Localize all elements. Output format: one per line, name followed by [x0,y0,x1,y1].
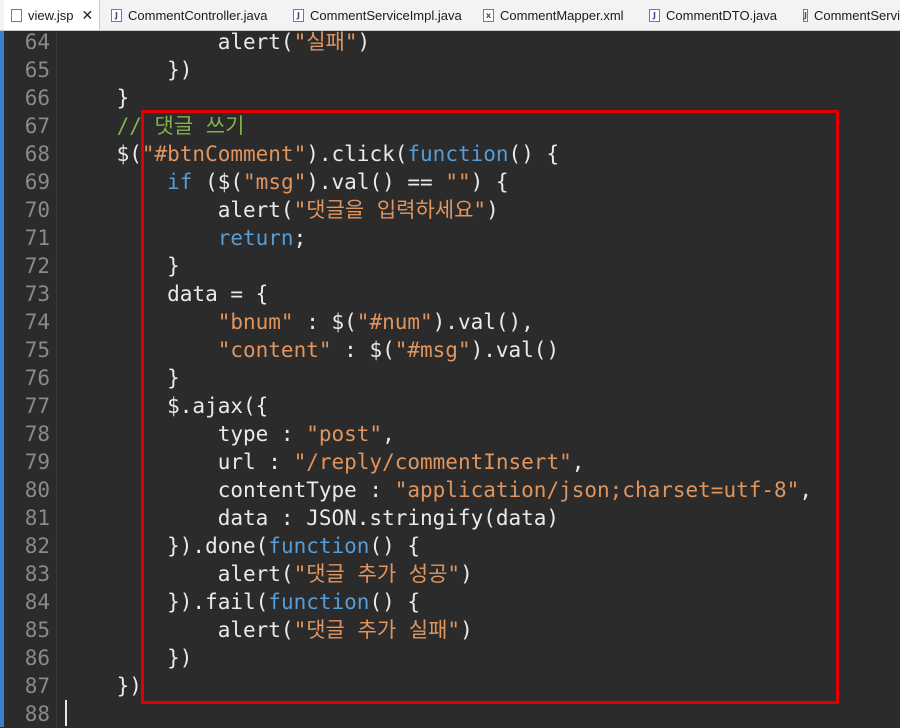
code-token: }) [66,674,142,698]
line-number: 64 [24,30,50,54]
tab-commentservice[interactable]: J CommentService [796,0,900,30]
tab-label: CommentServiceImpl.java [310,8,462,23]
java-file-icon: J [803,9,808,22]
line-number: 77 [24,394,50,418]
java-file-icon: J [111,9,122,22]
xml-file-icon: x [483,9,494,22]
code-token: $( [66,142,142,166]
code-text: alert("실패") [66,28,370,56]
code-line: 64 alert("실패") [0,28,900,56]
jsp-file-icon [11,9,22,22]
line-number: 75 [24,338,50,362]
code-text: } [66,84,130,112]
code-line: 65 }) [0,56,900,84]
highlight-box [141,110,839,704]
line-number: 67 [24,114,50,138]
line-number: 71 [24,226,50,250]
line-number: 79 [24,450,50,474]
string-token: "실패" [293,30,358,54]
tab-label: CommentController.java [128,8,268,23]
line-number: 88 [24,702,50,726]
line-number: 65 [24,58,50,82]
line-number: 84 [24,590,50,614]
tab-label: CommentDTO.java [666,8,778,23]
code-text: }) [66,56,192,84]
text-cursor [65,700,67,726]
line-number: 66 [24,86,50,110]
line-number: 76 [24,366,50,390]
line-number: 82 [24,534,50,558]
line-number: 86 [24,646,50,670]
tab-commentcontroller-java[interactable]: J CommentController.java [104,0,280,30]
tab-commentserviceimpl-java[interactable]: J CommentServiceImpl.java [286,0,470,30]
close-tab-icon[interactable]: ✕ [82,8,94,24]
code-line: 88 [0,700,900,728]
code-token: }) [66,58,193,82]
line-number: 87 [24,674,50,698]
java-file-icon: J [649,9,660,22]
code-token: } [66,86,130,110]
line-number: 72 [24,254,50,278]
code-editor[interactable]: 64 alert("실패") 65 }) 66 } 67 // 댓글 쓰기 68 $("… [0,28,900,728]
tab-label: CommentService [813,8,900,23]
code-token: ) [357,30,371,54]
line-number: 74 [24,310,50,334]
line-number: 78 [24,422,50,446]
code-text: }) [66,672,142,700]
tab-view-jsp[interactable]: view.jsp ✕ [4,0,100,30]
line-number: 68 [24,142,50,166]
tab-commentdto-java[interactable]: J CommentDTO.java [642,0,790,30]
line-number: 80 [24,478,50,502]
tab-label: view.jsp [28,8,74,23]
line-number: 69 [24,170,50,194]
line-number: 70 [24,198,50,222]
editor-tab-bar: view.jsp ✕ J CommentController.java J Comment… [0,0,900,31]
tab-commentmapper-xml[interactable]: x CommentMapper.xml [476,0,636,30]
line-number: 73 [24,282,50,306]
tab-label: CommentMapper.xml [500,8,624,23]
line-number: 83 [24,562,50,586]
code-token: alert( [66,30,294,54]
code-line: 66 } [0,84,900,112]
line-number: 81 [24,506,50,530]
java-file-icon: J [293,9,304,22]
line-number: 85 [24,618,50,642]
